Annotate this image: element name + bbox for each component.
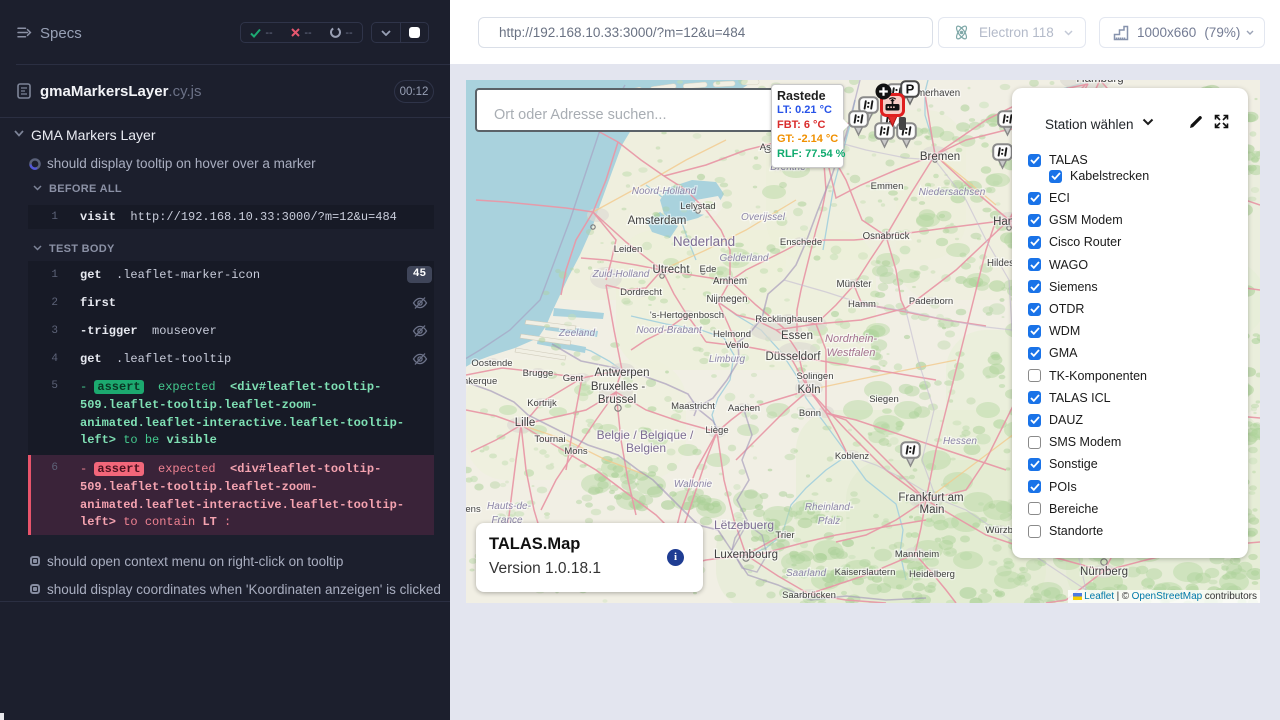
svg-text:Mannheim: Mannheim bbox=[895, 549, 939, 560]
svg-text:'s-Hertogenbosch: 's-Hertogenbosch bbox=[650, 310, 724, 321]
svg-text:Lëtzebuerg: Lëtzebuerg bbox=[714, 518, 774, 532]
svg-text:Saarland: Saarland bbox=[786, 568, 826, 579]
svg-text:Overijssel: Overijssel bbox=[741, 212, 786, 223]
svg-text:Nordrhein-: Nordrhein- bbox=[825, 333, 877, 345]
svg-text:P: P bbox=[906, 81, 915, 96]
svg-text:Brugge: Brugge bbox=[523, 368, 554, 379]
svg-text:Westfalen: Westfalen bbox=[827, 347, 876, 359]
svg-text:Ede: Ede bbox=[700, 264, 717, 275]
svg-text:Bruxelles -: Bruxelles - bbox=[591, 381, 645, 393]
svg-text:Saarbrücken: Saarbrücken bbox=[782, 590, 836, 601]
svg-text:Bremen: Bremen bbox=[920, 151, 960, 163]
svg-text:Aachen: Aachen bbox=[728, 403, 760, 414]
svg-text:Helmond: Helmond bbox=[713, 329, 751, 340]
svg-text:Hessen: Hessen bbox=[943, 436, 977, 447]
svg-text:Gent: Gent bbox=[563, 373, 584, 384]
svg-text:Solingen: Solingen bbox=[797, 371, 834, 382]
svg-text:iens: iens bbox=[466, 504, 481, 515]
svg-text:Koblenz: Koblenz bbox=[835, 451, 870, 462]
svg-text:Trier: Trier bbox=[775, 530, 794, 541]
svg-text:Utrecht: Utrecht bbox=[652, 264, 690, 276]
svg-text:Hamm: Hamm bbox=[848, 299, 876, 310]
svg-text:Leiden: Leiden bbox=[614, 244, 643, 255]
svg-text:Belgien: Belgien bbox=[626, 441, 666, 455]
svg-text:Amsterdam: Amsterdam bbox=[628, 215, 687, 227]
svg-text:Arnhem: Arnhem bbox=[713, 276, 747, 287]
svg-text:Belgie / Belgique /: Belgie / Belgique / bbox=[597, 428, 694, 442]
svg-text:Brussel: Brussel bbox=[598, 394, 636, 406]
svg-text:Kaiserslautern: Kaiserslautern bbox=[835, 567, 896, 578]
svg-text:Dunkerque: Dunkerque bbox=[466, 376, 497, 387]
svg-text:Mons: Mons bbox=[564, 446, 587, 457]
svg-text:Wallonie: Wallonie bbox=[674, 479, 713, 490]
svg-text:Luxembourg: Luxembourg bbox=[714, 549, 778, 561]
svg-text:Hauts-de-: Hauts-de- bbox=[487, 501, 532, 512]
svg-text:Antwerpen: Antwerpen bbox=[595, 367, 650, 379]
svg-text:Frankfurt am: Frankfurt am bbox=[898, 492, 963, 504]
svg-text:Nederland: Nederland bbox=[673, 234, 735, 249]
svg-text:Münster: Münster bbox=[837, 279, 873, 290]
svg-text:Kortrijk: Kortrijk bbox=[527, 398, 557, 409]
svg-text:Düsseldorf: Düsseldorf bbox=[766, 351, 822, 363]
svg-text:Noord-Holland: Noord-Holland bbox=[632, 186, 697, 197]
svg-text:Noord-Brabant: Noord-Brabant bbox=[636, 325, 703, 336]
svg-text:Hamburg: Hamburg bbox=[1076, 80, 1123, 85]
svg-text:Zeeland: Zeeland bbox=[558, 328, 596, 339]
svg-text:Osnabrück: Osnabrück bbox=[863, 231, 910, 242]
svg-text:Paderborn: Paderborn bbox=[909, 296, 953, 307]
svg-text:Enschede: Enschede bbox=[780, 237, 822, 248]
svg-text:Essen: Essen bbox=[781, 330, 813, 342]
svg-text:Lille: Lille bbox=[515, 417, 535, 429]
svg-text:Rheinland-: Rheinland- bbox=[805, 502, 854, 513]
svg-text:Gelderland: Gelderland bbox=[720, 253, 769, 264]
svg-text:Limburg: Limburg bbox=[709, 354, 746, 365]
svg-text:Lelystad: Lelystad bbox=[680, 201, 715, 212]
svg-text:Recklinghausen: Recklinghausen bbox=[755, 314, 823, 325]
svg-text:Nijmegen: Nijmegen bbox=[707, 294, 748, 305]
svg-text:Niedersachsen: Niedersachsen bbox=[919, 187, 986, 198]
svg-text:Main: Main bbox=[920, 504, 945, 516]
svg-text:Heidelberg: Heidelberg bbox=[909, 569, 955, 580]
svg-text:Oostende: Oostende bbox=[471, 358, 512, 369]
svg-text:Nürnberg: Nürnberg bbox=[1080, 566, 1128, 578]
svg-text:Tournai: Tournai bbox=[534, 434, 565, 445]
svg-text:Dordrecht: Dordrecht bbox=[620, 287, 662, 298]
svg-text:Zuid-Holland: Zuid-Holland bbox=[592, 269, 650, 280]
svg-text:Bonn: Bonn bbox=[799, 408, 821, 419]
svg-text:Emmen: Emmen bbox=[871, 181, 904, 192]
svg-text:Köln: Köln bbox=[797, 384, 820, 396]
svg-text:Pfalz: Pfalz bbox=[818, 516, 840, 527]
svg-text:Siegen: Siegen bbox=[869, 394, 899, 405]
svg-text:Venlo: Venlo bbox=[725, 340, 749, 351]
svg-text:Liège: Liège bbox=[705, 425, 728, 436]
svg-text:Maastricht: Maastricht bbox=[671, 401, 715, 412]
